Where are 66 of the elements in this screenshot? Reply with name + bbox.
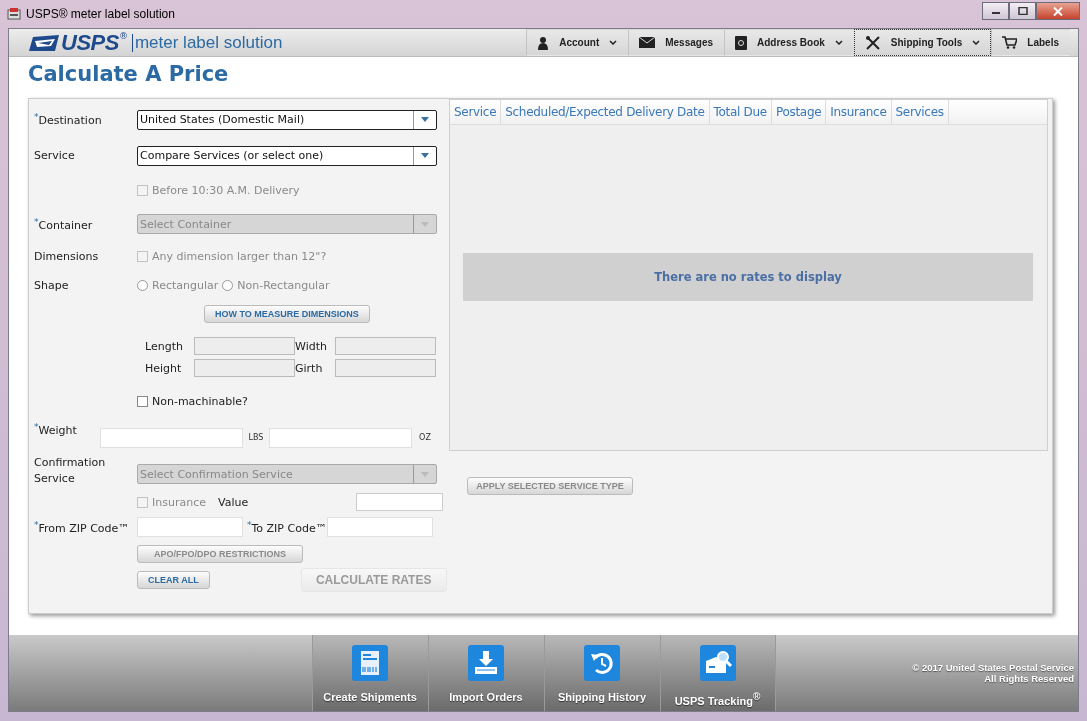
field-label: Length [145,339,183,353]
unit-label: LBS [247,433,265,442]
package-magnifier-icon [699,645,736,681]
nav-button[interactable]: Shipping Tools [853,29,992,56]
dropdown-arrow-icon [421,471,429,477]
nav-button[interactable]: Labels [991,29,1070,56]
field-label: Dimensions [34,249,100,263]
field-label: Value [217,495,249,509]
footer-nav-button[interactable]: Create Shipments [311,635,428,711]
non-machinable-checkbox[interactable]: Non-machinable? [137,394,248,408]
weight-field[interactable] [100,427,243,448]
footer-nav-button[interactable]: Import Orders [427,635,544,711]
cart-icon [1002,36,1018,49]
registered-mark: ® [118,30,128,41]
destination-dropdown[interactable]: United States (Domestic Mail) [137,109,437,130]
copyright-text: All Rights Reserved [984,673,1074,684]
usps-logo: USPS [61,29,119,56]
window-title: USPS® meter label solution [26,7,175,21]
dropdown-arrow-icon [421,153,429,158]
close-icon [1053,6,1063,16]
footer-nav-button[interactable]: Shipping History [543,635,660,711]
column-header[interactable]: Postage [771,100,827,124]
clear-all-button[interactable]: CLEAR ALL [137,571,210,589]
field-label: Confirmation Service [34,455,107,487]
copyright-text: © 2017 United States Postal Service [912,662,1074,673]
minimize-button[interactable] [982,2,1009,20]
nav-button[interactable]: Messages [628,29,725,56]
tools-icon [864,34,881,51]
dropdown-arrow-icon [421,117,429,122]
maximize-button[interactable] [1009,2,1036,20]
empty-message: There are no rates to display [463,252,1033,301]
to-zip-field[interactable] [326,517,433,537]
download-tray-icon [468,645,504,681]
maximize-icon [1017,7,1028,15]
unit-label: OZ [418,433,432,442]
field-label: $^{*}$Destination [34,112,103,127]
from-zip-field[interactable] [137,517,243,537]
field-label: Height [145,361,182,375]
weight-field[interactable] [269,427,412,448]
field-label: Girth [295,361,323,375]
close-button[interactable] [1036,2,1080,20]
column-header[interactable]: Services [891,100,949,124]
shipping-label-icon [352,645,388,681]
address-book-icon [735,35,748,50]
app-name: meter label solution [134,32,283,53]
column-header[interactable]: Service [450,100,502,124]
service-dropdown[interactable]: Compare Services (or select one) [137,145,437,166]
nav-button[interactable]: Account [526,29,629,56]
dropdown-arrow-icon [421,221,429,227]
field-label: $^{*}$To ZIP Code™ [247,519,327,535]
field-label: Shape [34,278,70,292]
column-header[interactable]: Total Due [709,100,772,124]
envelope-icon [639,37,656,48]
field-label: $^{*}$Container [34,216,94,232]
app-icon [7,7,21,21]
measure-button[interactable]: HOW TO MEASURE DIMENSIONS [204,305,370,323]
field-label: Service [34,149,76,162]
column-header[interactable]: Scheduled/Expected Delivery Date [501,100,710,124]
field-label: $^{*}$From ZIP Code™ [34,519,131,535]
person-icon [537,35,550,50]
field-label: Width [295,339,327,353]
nav-button[interactable]: Address Book [724,29,854,56]
column-header[interactable]: Insurance [826,100,892,124]
field-label: $^{*}$Weight [34,422,78,437]
insurance-value-field[interactable] [356,493,443,511]
page-title: Calculate A Price [28,62,230,86]
